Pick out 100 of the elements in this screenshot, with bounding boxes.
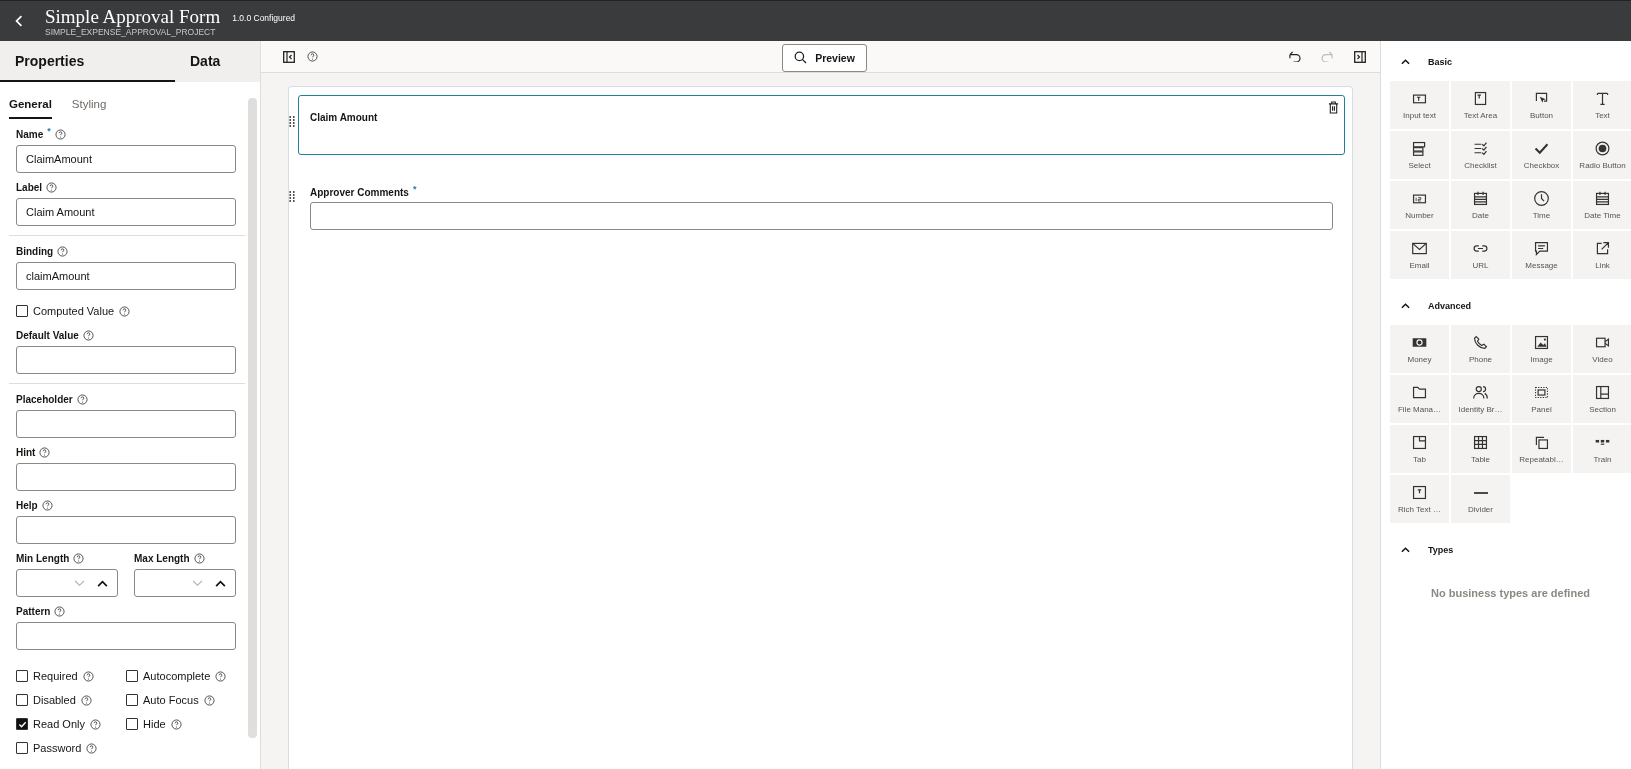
help-icon[interactable] (215, 670, 227, 682)
number-field[interactable] (134, 569, 236, 597)
checkbox[interactable] (16, 305, 28, 317)
help-icon[interactable] (170, 718, 182, 730)
checkbox[interactable] (16, 742, 28, 754)
component-tile[interactable]: Checkbox (1512, 131, 1571, 179)
help-icon[interactable] (46, 182, 58, 193)
component-tile[interactable]: Phone (1451, 325, 1510, 373)
component-tile[interactable]: Text Area (1451, 81, 1510, 129)
text-field[interactable] (310, 202, 1333, 230)
component-tile[interactable]: Video (1573, 325, 1631, 373)
rich-text-icon (1411, 484, 1428, 501)
text-field[interactable] (16, 516, 236, 544)
help-icon[interactable] (86, 742, 98, 754)
help-icon[interactable] (82, 330, 94, 341)
checkbox[interactable] (126, 694, 138, 706)
drag-handle-icon[interactable] (289, 116, 295, 128)
preview-button[interactable]: Preview (782, 43, 867, 72)
checkbox[interactable] (16, 718, 28, 730)
component-tile[interactable]: Text (1573, 81, 1631, 129)
component-tile[interactable]: Repeatabl… (1512, 425, 1571, 473)
component-tile[interactable]: Email (1390, 231, 1449, 279)
help-icon[interactable] (57, 246, 69, 257)
panel-tab[interactable]: Data (175, 41, 263, 82)
help-icon[interactable] (54, 129, 66, 140)
chevron-up-icon (1401, 303, 1410, 309)
help-icon[interactable] (203, 694, 215, 706)
help-icon[interactable] (41, 500, 53, 511)
component-tile[interactable]: Train (1573, 425, 1631, 473)
section-header[interactable]: Basic (1390, 41, 1453, 81)
component-tile[interactable]: Number (1390, 181, 1449, 229)
component-tile[interactable]: URL (1451, 231, 1510, 279)
field-label: Min Length (16, 553, 70, 564)
help-icon[interactable] (82, 670, 94, 682)
text-field[interactable] (16, 346, 236, 374)
component-tile[interactable]: Money (1390, 325, 1449, 373)
component-tile[interactable]: Time (1512, 181, 1571, 229)
component-tile[interactable]: Tab (1390, 425, 1449, 473)
help-icon[interactable] (90, 718, 101, 730)
component-tile[interactable]: File Mana… (1390, 375, 1449, 423)
component-tile[interactable]: Radio Button (1573, 131, 1631, 179)
checkbox[interactable] (126, 670, 138, 682)
text-field[interactable] (16, 463, 236, 491)
select-icon (1411, 140, 1428, 157)
component-tile[interactable]: Checklist (1451, 131, 1510, 179)
text-field[interactable]: claimAmount (16, 262, 236, 290)
help-icon[interactable] (193, 553, 205, 564)
required-mark: * (47, 126, 51, 136)
chevron-up-icon (1401, 547, 1410, 553)
help-icon[interactable] (80, 694, 92, 706)
component-tile[interactable]: Panel (1512, 375, 1571, 423)
back-icon[interactable] (15, 15, 23, 27)
sub-tab[interactable]: General (9, 98, 52, 119)
component-tile[interactable]: Date Time (1573, 181, 1631, 229)
checkbox[interactable] (16, 670, 28, 682)
section-header[interactable]: Advanced (1390, 279, 1471, 325)
text-field[interactable]: Claim Amount (16, 198, 236, 226)
component-tile[interactable]: Table (1451, 425, 1510, 473)
help-icon[interactable] (307, 51, 318, 62)
text-field[interactable]: ClaimAmount (16, 145, 236, 173)
checkbox[interactable] (16, 694, 28, 706)
text-field[interactable] (16, 410, 236, 438)
collapse-panel-icon[interactable] (1354, 50, 1366, 63)
section-header[interactable]: Types (1390, 523, 1454, 569)
help-icon[interactable] (73, 553, 85, 564)
drag-handle-icon[interactable] (289, 191, 295, 203)
panel-tab[interactable]: Properties (0, 41, 175, 82)
help-icon[interactable] (76, 394, 88, 405)
component-tile[interactable]: Button (1512, 81, 1571, 129)
checkbox[interactable] (126, 718, 138, 730)
help-icon[interactable] (54, 606, 66, 617)
required-mark: * (412, 184, 417, 194)
component-tile[interactable]: Divider (1451, 475, 1510, 523)
component-tile[interactable]: Identity Br… (1451, 375, 1510, 423)
component-tile[interactable]: Date (1451, 181, 1510, 229)
sub-tab[interactable]: Styling (71, 98, 107, 119)
field-label: Name (16, 129, 44, 140)
component-tile[interactable]: Input text (1390, 81, 1449, 129)
component-tile[interactable]: Select (1390, 131, 1449, 179)
text-icon (1594, 90, 1611, 107)
form-field[interactable]: Approver Comments * (298, 170, 1345, 235)
text-field[interactable] (16, 622, 236, 650)
chevron-up-icon[interactable] (215, 579, 226, 587)
checkbox-label: Autocomplete (143, 670, 211, 682)
project-name: SIMPLE_EXPENSE_APPROVAL_PROJECT (45, 26, 217, 37)
component-tile[interactable]: Rich Text … (1390, 475, 1449, 523)
number-field[interactable] (16, 569, 118, 597)
help-icon[interactable] (39, 447, 51, 458)
trash-icon[interactable] (1328, 101, 1339, 114)
search-icon (794, 51, 808, 64)
component-tile[interactable]: Message (1512, 231, 1571, 279)
component-tile[interactable]: Section (1573, 375, 1631, 423)
component-tile[interactable]: Image (1512, 325, 1571, 373)
field-label: Help (16, 500, 38, 511)
checkbox-label: Required (33, 670, 78, 682)
help-icon[interactable] (119, 305, 131, 317)
collapse-panel-icon[interactable] (283, 50, 295, 63)
component-tile[interactable]: Link (1573, 231, 1631, 279)
chevron-up-icon[interactable] (97, 579, 108, 587)
undo-icon[interactable] (1288, 51, 1301, 62)
